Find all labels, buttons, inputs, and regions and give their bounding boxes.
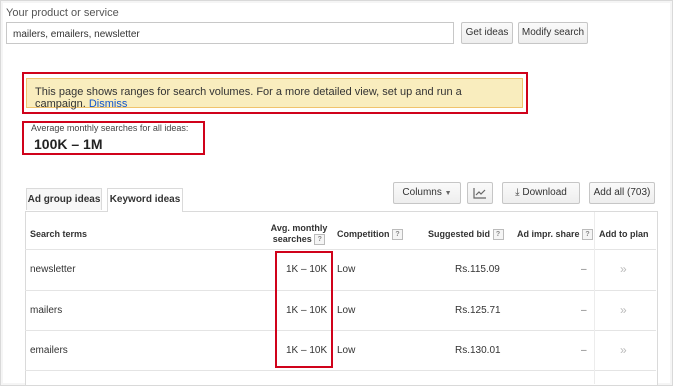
add-to-plan-icon[interactable]: » bbox=[620, 343, 627, 357]
column-divider bbox=[594, 212, 595, 384]
columns-button[interactable]: Columns ▼ bbox=[393, 182, 461, 204]
modify-search-button[interactable]: Modify search bbox=[518, 22, 588, 44]
row-divider bbox=[25, 330, 656, 331]
header-suggested-bid: Suggested bid ? bbox=[428, 229, 504, 241]
add-all-button[interactable]: Add all (703) bbox=[589, 182, 655, 204]
header-search-terms: Search terms bbox=[30, 229, 88, 239]
search-input[interactable]: mailers, emailers, newsletter bbox=[6, 22, 454, 44]
header-bid-label: Suggested bid bbox=[428, 229, 491, 239]
tab-keyword-ideas[interactable]: Keyword ideas bbox=[107, 188, 183, 212]
chevron-down-icon: ▼ bbox=[444, 190, 452, 197]
header-impr-label: Ad impr. share bbox=[517, 229, 580, 239]
download-icon: ⤓ bbox=[515, 187, 520, 198]
download-button[interactable]: ⤓ Download bbox=[502, 182, 580, 204]
row-competition: Low bbox=[337, 305, 356, 316]
row-bid: Rs.115.09 bbox=[455, 264, 500, 275]
row-term[interactable]: emailers bbox=[30, 345, 68, 356]
help-icon[interactable]: ? bbox=[582, 229, 594, 241]
chart-button[interactable] bbox=[467, 182, 493, 204]
header-add-to-plan: Add to plan bbox=[599, 229, 649, 239]
help-icon[interactable]: ? bbox=[314, 234, 326, 246]
header-avg-line2: searches bbox=[272, 234, 312, 244]
row-impr: – bbox=[581, 305, 587, 316]
add-to-plan-icon[interactable]: » bbox=[620, 303, 627, 317]
columns-label: Columns bbox=[402, 187, 442, 198]
help-icon[interactable]: ? bbox=[392, 229, 404, 241]
average-label: Average monthly searches for all ideas: bbox=[31, 123, 189, 133]
row-bid: Rs.125.71 bbox=[455, 305, 501, 316]
header-impr-share: Ad impr. share ? bbox=[517, 229, 594, 241]
row-term[interactable]: newsletter bbox=[30, 264, 76, 275]
header-avg-monthly: Avg. monthly searches ? bbox=[266, 223, 332, 246]
row-term[interactable]: mailers bbox=[30, 305, 62, 316]
header-competition-label: Competition bbox=[337, 229, 390, 239]
notice-banner: This page shows ranges for search volume… bbox=[26, 78, 523, 110]
dismiss-link[interactable]: Dismiss bbox=[89, 98, 128, 110]
row-competition: Low bbox=[337, 264, 356, 275]
row-bid: Rs.130.01 bbox=[455, 345, 501, 356]
add-to-plan-icon[interactable]: » bbox=[620, 262, 627, 276]
line-chart-icon bbox=[473, 188, 486, 199]
search-label: Your product or service bbox=[6, 7, 119, 19]
download-label: Download bbox=[522, 187, 567, 198]
header-avg-line1: Avg. monthly bbox=[270, 223, 328, 233]
row-competition: Low bbox=[337, 345, 356, 356]
row-impr: – bbox=[581, 345, 587, 356]
avg-column-highlight bbox=[275, 251, 333, 368]
get-ideas-button[interactable]: Get ideas bbox=[461, 22, 513, 44]
header-divider bbox=[25, 249, 656, 250]
row-impr: – bbox=[581, 264, 587, 275]
header-competition: Competition ? bbox=[337, 229, 404, 241]
help-icon[interactable]: ? bbox=[492, 229, 504, 241]
row-divider bbox=[25, 290, 656, 291]
average-value: 100K – 1M bbox=[34, 136, 103, 152]
row-divider bbox=[25, 370, 656, 371]
tab-ad-group-ideas[interactable]: Ad group ideas bbox=[26, 188, 102, 210]
